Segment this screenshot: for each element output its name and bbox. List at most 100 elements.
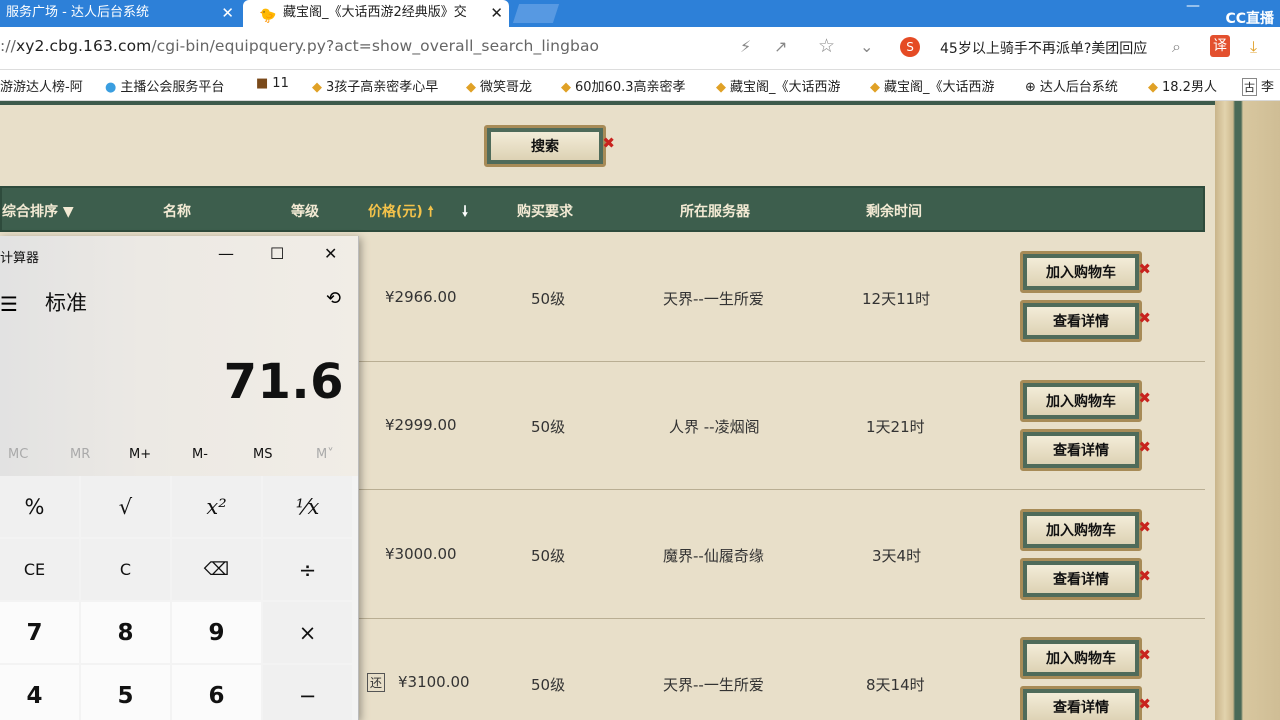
url-path: /cgi-bin/equipquery.py?act=show_overall_… bbox=[151, 37, 600, 55]
header-level[interactable]: 等级 bbox=[291, 201, 319, 221]
memory-add-button[interactable]: M+ bbox=[129, 447, 151, 462]
subtract-key[interactable]: − bbox=[263, 665, 352, 720]
price-value: ¥2999.00 bbox=[385, 416, 457, 434]
chevron-down-icon[interactable]: ⌄ bbox=[860, 37, 873, 56]
share-icon[interactable]: ↗ bbox=[774, 37, 787, 56]
memory-store-button[interactable]: MS bbox=[253, 447, 272, 462]
digit-4-key[interactable]: 4 bbox=[0, 665, 79, 720]
return-badge: 还 bbox=[367, 673, 386, 692]
bookmark-icon: ◆ bbox=[870, 80, 880, 95]
server-value: 魔界--仙履奇缘 bbox=[663, 547, 764, 565]
close-icon[interactable]: ✕ bbox=[490, 0, 503, 26]
translate-icon[interactable]: 译 bbox=[1210, 35, 1230, 57]
ribbon-icon: ✖ bbox=[1138, 309, 1151, 327]
calculator-mode: 标准 bbox=[45, 291, 87, 315]
ribbon-icon: ✖ bbox=[1138, 567, 1151, 585]
bookmark-item[interactable]: ■ 11 bbox=[256, 76, 289, 91]
clear-entry-key[interactable]: CE bbox=[0, 539, 79, 600]
header-price[interactable]: 价格(元) 🠕 bbox=[368, 201, 434, 225]
bookmark-item[interactable]: ◆ 藏宝阁_《大话西游 bbox=[870, 76, 1010, 95]
digit-9-key[interactable]: 9 bbox=[172, 602, 261, 663]
bookmark-icon: ■ bbox=[256, 76, 269, 91]
digit-6-key[interactable]: 6 bbox=[172, 665, 261, 720]
bookmark-icon: ◆ bbox=[561, 80, 571, 95]
maximize-icon[interactable]: ☐ bbox=[270, 244, 284, 263]
url-field[interactable]: ://xy2.cbg.163.com/cgi-bin/equipquery.py… bbox=[0, 37, 599, 55]
url-scheme: :// bbox=[0, 37, 16, 55]
memory-recall-button[interactable]: MR bbox=[70, 447, 90, 462]
multiply-key[interactable]: × bbox=[263, 602, 352, 663]
bookmark-icon: ◆ bbox=[466, 80, 476, 95]
digit-8-key[interactable]: 8 bbox=[81, 602, 170, 663]
add-to-cart-button[interactable]: 加入购物车 ✖ bbox=[1020, 251, 1151, 293]
reciprocal-key[interactable]: ⅟x bbox=[263, 476, 352, 537]
time-value: 12天11时 bbox=[862, 290, 931, 308]
tab-bar: 服务广场 - 达人后台系统 ✕ 🐤 藏宝阁_《大话西游2经典版》交 ✕ — CC… bbox=[0, 0, 1280, 27]
memory-subtract-button[interactable]: M- bbox=[192, 447, 208, 462]
arrow-down-icon[interactable]: 🠗 bbox=[462, 201, 468, 225]
header-name: 名称 bbox=[163, 204, 191, 220]
bookmark-item[interactable]: ◆ 3孩子高亲密孝心早 bbox=[312, 76, 450, 95]
sqrt-key[interactable]: √ bbox=[81, 476, 170, 537]
calculator-window: 计算器 — ☐ ✕ ☰ 标准 ⟲ 71.6 MC MR M+ M- MS M˅ … bbox=[0, 236, 359, 720]
memory-clear-button[interactable]: MC bbox=[8, 447, 28, 462]
sort-dropdown[interactable]: 综合排序 ▼ bbox=[2, 201, 74, 221]
view-details-button[interactable]: 查看详情 ✖ bbox=[1020, 429, 1151, 471]
header-server: 所在服务器 bbox=[680, 204, 750, 220]
view-details-button[interactable]: 查看详情 ✖ bbox=[1020, 558, 1151, 600]
hamburger-menu-icon[interactable]: ☰ bbox=[0, 292, 18, 316]
header-remaining-time[interactable]: 剩余时间 bbox=[866, 201, 922, 221]
view-details-button[interactable]: 查看详情 ✖ bbox=[1020, 300, 1151, 342]
ribbon-icon: ✖ bbox=[1138, 518, 1151, 536]
globe-icon: ⊕ bbox=[1025, 80, 1036, 95]
bookmarks-bar: 游游达人榜-阿 ● 主播公会服务平台 ■ 11 ◆ 3孩子高亲密孝心早 ◆ 微笑哥龙 ◆… bbox=[0, 70, 1280, 101]
calculator-title: 计算器 bbox=[0, 251, 40, 266]
bookmark-item[interactable]: ⊕ 达人后台系统 bbox=[1025, 76, 1118, 95]
view-details-button[interactable]: 查看详情 ✖ bbox=[1020, 686, 1151, 720]
add-to-cart-button[interactable]: 加入购物车 ✖ bbox=[1020, 509, 1151, 551]
square-key[interactable]: x² bbox=[172, 476, 261, 537]
close-icon[interactable]: ✕ bbox=[324, 244, 337, 263]
bookmark-item[interactable]: ◆ 藏宝阁_《大话西游 bbox=[716, 76, 856, 95]
backspace-key[interactable]: ⌫ bbox=[172, 539, 261, 600]
time-value: 3天4时 bbox=[872, 547, 922, 565]
add-to-cart-button[interactable]: 加入购物车 ✖ bbox=[1020, 380, 1151, 422]
tab-service-square[interactable]: 服务广场 - 达人后台系统 ✕ bbox=[0, 0, 240, 27]
bookmark-item[interactable]: 游游达人榜-阿 bbox=[0, 76, 88, 95]
divide-key[interactable]: ÷ bbox=[263, 539, 352, 600]
ribbon-icon: ✖ bbox=[602, 134, 615, 152]
history-icon[interactable]: ⟲ bbox=[326, 288, 341, 309]
ribbon-icon: ✖ bbox=[1138, 389, 1151, 407]
search-button[interactable]: 搜索 ✖ bbox=[484, 125, 615, 167]
download-icon[interactable]: ⤓ bbox=[1250, 37, 1257, 57]
bookmark-item[interactable]: 古李 bbox=[1242, 76, 1274, 96]
results-header: 综合排序 ▼ 名称 等级 价格(元) 🠕 🠗 购买要求 所在服务器 剩余时间 bbox=[0, 186, 1205, 232]
search-icon[interactable]: ⌕ bbox=[1172, 37, 1181, 57]
bookmark-icon: ● bbox=[105, 80, 117, 95]
news-ticker[interactable]: 45岁以上骑手不再派单?美团回应 bbox=[940, 38, 1147, 58]
digit-7-key[interactable]: 7 bbox=[0, 602, 79, 663]
memory-list-button[interactable]: M˅ bbox=[316, 447, 334, 462]
bookmark-item[interactable]: ◆ 微笑哥龙 bbox=[466, 76, 532, 95]
bookmark-item[interactable]: ◆ 18.2男人 bbox=[1148, 76, 1217, 95]
close-icon[interactable]: ✕ bbox=[221, 0, 234, 26]
address-bar: ://xy2.cbg.163.com/cgi-bin/equipquery.py… bbox=[0, 27, 1280, 70]
percent-key[interactable]: % bbox=[0, 476, 79, 537]
clear-key[interactable]: C bbox=[81, 539, 170, 600]
new-tab-button[interactable] bbox=[512, 4, 560, 23]
bookmark-item[interactable]: ● 主播公会服务平台 bbox=[105, 76, 224, 95]
server-value: 天界--一生所爱 bbox=[663, 290, 764, 308]
bookmark-item[interactable]: ◆ 60加60.3高亲密孝 bbox=[561, 76, 701, 95]
ribbon-icon: ✖ bbox=[1138, 646, 1151, 664]
add-to-cart-button[interactable]: 加入购物车 ✖ bbox=[1020, 637, 1151, 679]
lightning-icon[interactable]: ⚡ bbox=[740, 37, 751, 56]
url-host: xy2.cbg.163.com bbox=[15, 37, 152, 55]
minimize-icon[interactable]: — bbox=[1186, 0, 1200, 14]
ribbon-icon: ✖ bbox=[1138, 695, 1151, 713]
minimize-icon[interactable]: — bbox=[218, 244, 234, 263]
digit-5-key[interactable]: 5 bbox=[81, 665, 170, 720]
time-value: 8天14时 bbox=[866, 676, 925, 694]
sogou-search-icon[interactable]: S bbox=[900, 37, 920, 57]
star-icon[interactable]: ☆ bbox=[818, 35, 835, 57]
tab-cbg[interactable]: 🐤 藏宝阁_《大话西游2经典版》交 ✕ bbox=[243, 0, 509, 27]
